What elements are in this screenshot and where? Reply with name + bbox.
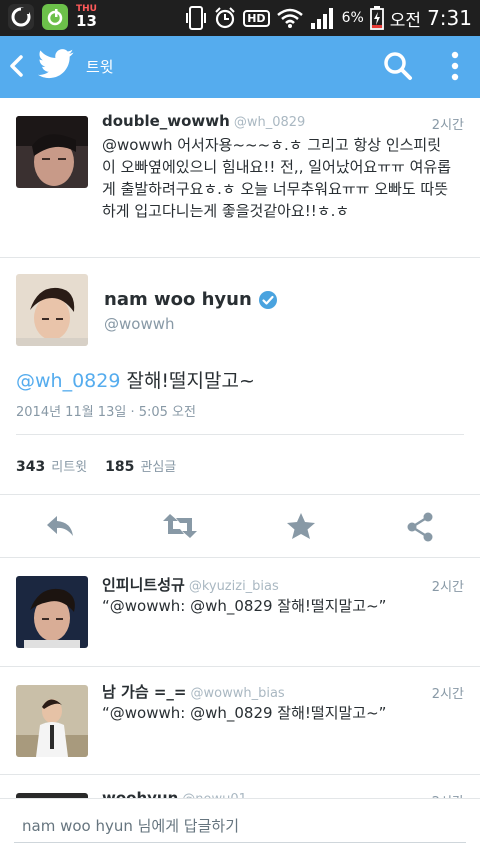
wifi-icon <box>276 8 303 28</box>
tweet-text: “@wowwh: @wh_0829 잘해!떨지말고~” <box>102 704 387 722</box>
avatar[interactable] <box>16 685 88 757</box>
verified-badge-icon <box>258 290 277 309</box>
avatar[interactable] <box>16 576 88 648</box>
search-button[interactable] <box>382 50 414 86</box>
app-notification-icon <box>8 4 34 30</box>
retweet-button[interactable] <box>162 512 198 544</box>
mention-link[interactable]: @wh_0829 <box>16 370 120 392</box>
reply-button[interactable] <box>44 512 76 544</box>
tweet-author[interactable]: 남 가슴 =_= @wowwh_bias <box>102 681 285 702</box>
tweet-body: 잘해!떨지말고~ <box>120 370 255 392</box>
author-handle: @wowwh_bias <box>190 686 285 701</box>
tweet-time: 2시간 <box>431 118 464 133</box>
tweet-author[interactable]: double_wowwh @wh_0829 <box>102 112 305 130</box>
search-icon <box>384 52 412 80</box>
battery-percent: 6% <box>341 10 364 26</box>
tweet-author[interactable]: 인피니트성규 @kyuzizi_bias <box>102 574 279 595</box>
share-icon <box>407 512 433 542</box>
share-button[interactable] <box>406 512 434 546</box>
overflow-menu-button[interactable] <box>448 50 462 86</box>
main-tweet-text: @wh_0829 잘해!떨지말고~ <box>16 366 255 393</box>
tweet-time: 2시간 <box>431 580 464 595</box>
reply-composer <box>0 798 480 854</box>
retweet-icon <box>163 514 197 538</box>
favorite-button[interactable] <box>286 512 316 544</box>
star-icon <box>287 513 315 539</box>
app-bar: 트윗 <box>0 36 480 98</box>
author-handle: @wh_0829 <box>233 115 306 130</box>
calendar-day-number: 13 <box>76 12 97 30</box>
tweet-timestamp: 2014년 11월 13일 · 5:05 오전 <box>16 405 196 420</box>
calendar-date: THU 13 <box>76 5 97 29</box>
avatar[interactable] <box>16 274 88 346</box>
twitter-bird-logo-icon[interactable] <box>38 49 74 83</box>
reply-input[interactable] <box>14 809 466 843</box>
tweet-text: @wowwh 어서자용~~~ㅎ.ㅎ 그리고 항상 인스피릿이 오빠옆에있으니 힘… <box>102 136 452 220</box>
author-name: 남 가슴 =_= <box>102 683 187 701</box>
author-name: double_wowwh <box>102 112 230 130</box>
author-name: nam woo hyun <box>104 289 252 310</box>
retweet-count[interactable]: 343 <box>16 459 45 475</box>
reply-tweet[interactable]: 인피니트성규 @kyuzizi_bias 2시간 “@wowwh: @wh_082… <box>0 558 480 667</box>
signal-icon <box>310 8 333 29</box>
author-name: 인피니트성규 <box>102 576 185 594</box>
clock: 7:31 <box>427 6 472 30</box>
hd-badge: HD <box>243 9 270 27</box>
status-bar: THU 13 HD 6% 오전 7:31 <box>0 0 480 36</box>
tweet-stats: 343 리트윗 185 관심글 <box>16 456 176 475</box>
divider <box>16 434 464 435</box>
vibrate-icon <box>186 6 207 30</box>
parent-tweet[interactable]: double_wowwh @wh_0829 2시간 @wowwh 어서자용~~~ㅎ… <box>0 98 480 258</box>
reply-icon <box>47 516 73 536</box>
alarm-icon <box>215 7 235 29</box>
back-arrow-icon <box>10 55 23 77</box>
divider <box>0 494 480 495</box>
more-vertical-icon <box>451 51 459 81</box>
tweet-text: “@wowwh: @wh_0829 잘해!떨지말고~” <box>102 597 387 615</box>
author-handle: @kyuzizi_bias <box>188 579 279 594</box>
back-button[interactable] <box>8 54 24 82</box>
retweet-label: 리트윗 <box>51 460 88 475</box>
author-handle[interactable]: @wowwh <box>104 315 175 333</box>
avatar[interactable] <box>16 116 88 188</box>
tweet-time: 2시간 <box>431 687 464 702</box>
am-pm: 오전 <box>389 10 422 31</box>
tweet-actions <box>0 500 480 556</box>
notification-green-icon <box>42 4 68 30</box>
page-title: 트윗 <box>86 58 114 76</box>
favorite-label: 관심글 <box>140 460 177 475</box>
reply-tweet[interactable]: 남 가슴 =_= @wowwh_bias 2시간 “@wowwh: @wh_082… <box>0 667 480 775</box>
favorite-count[interactable]: 185 <box>105 459 134 475</box>
battery-charging-icon <box>369 6 384 30</box>
main-author[interactable]: nam woo hyun <box>104 289 278 310</box>
